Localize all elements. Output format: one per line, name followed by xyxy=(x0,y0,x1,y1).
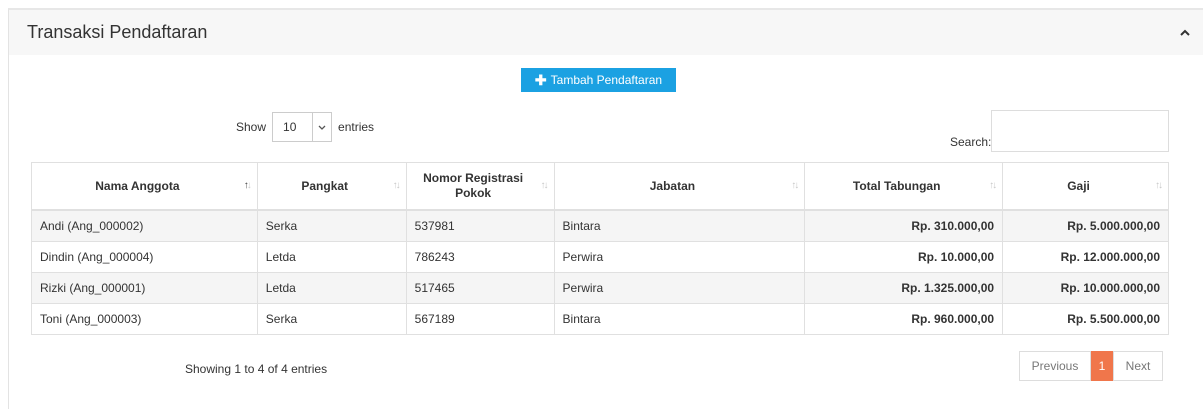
cell-name: Dindin (Ang_000004) xyxy=(31,241,258,273)
cell-registration-number: 537981 xyxy=(405,209,555,242)
cell-position: Perwira xyxy=(553,272,806,304)
previous-page-button[interactable]: Previous xyxy=(1019,351,1091,381)
search-label: Search: xyxy=(950,135,992,149)
column-header-label: Jabatan xyxy=(649,178,696,193)
table-row[interactable]: Toni (Ang_000003) Serka 567189 Bintara Rp. 9… xyxy=(31,303,1169,335)
sort-icon[interactable]: ↑↓ xyxy=(541,180,549,193)
sort-icon[interactable]: ↑↓ xyxy=(791,180,799,193)
cell-registration-number: 567189 xyxy=(405,303,555,335)
chevron-up-icon[interactable] xyxy=(1178,26,1192,40)
cell-salary: Rp. 5.500.000,00 xyxy=(1002,303,1169,335)
entries-select[interactable]: 10 xyxy=(272,112,333,142)
table-body: Andi (Ang_000002) Serka 537981 Bintara Rp. 3… xyxy=(31,209,1169,335)
panel-header: Transaksi Pendaftaran xyxy=(9,10,1203,55)
panel-title: Transaksi Pendaftaran xyxy=(27,22,208,42)
next-page-button[interactable]: Next xyxy=(1113,351,1163,381)
table-row[interactable]: Andi (Ang_000002) Serka 537981 Bintara Rp. 3… xyxy=(31,209,1169,242)
cell-salary: Rp. 12.000.000,00 xyxy=(1002,241,1169,273)
column-header-position[interactable]: Jabatan ↑↓ xyxy=(553,162,806,211)
table-row[interactable]: Dindin (Ang_000004) Letda 786243 Perwira Rp.… xyxy=(31,241,1169,273)
column-header-label: Nomor Registrasi Pokok xyxy=(423,171,524,200)
add-registration-label: Tambah Pendaftaran xyxy=(550,73,663,87)
pagination: Previous 1 Next xyxy=(1019,351,1163,381)
column-header-rank[interactable]: Pangkat ↑↓ xyxy=(256,162,407,211)
cell-name: Toni (Ang_000003) xyxy=(31,303,258,335)
cell-total-savings: Rp. 960.000,00 xyxy=(804,303,1004,335)
sort-icon[interactable]: ↑↓ xyxy=(1155,180,1163,193)
cell-total-savings: Rp. 1.325.000,00 xyxy=(804,272,1004,304)
search-input[interactable] xyxy=(991,110,1169,152)
cell-total-savings: Rp. 10.000,00 xyxy=(804,241,1004,273)
add-registration-button[interactable]: ✚ Tambah Pendaftaran xyxy=(521,68,676,92)
column-header-registration-number[interactable]: Nomor Registrasi Pokok ↑↓ xyxy=(405,162,555,211)
sort-icon[interactable]: ↑↓ xyxy=(989,180,997,193)
cell-name: Andi (Ang_000002) xyxy=(31,209,258,242)
cell-position: Bintara xyxy=(553,303,806,335)
cell-registration-number: 786243 xyxy=(405,241,555,273)
entries-select-value: 10 xyxy=(283,120,297,134)
cell-salary: Rp. 10.000.000,00 xyxy=(1002,272,1169,304)
page-1-button[interactable]: 1 xyxy=(1091,351,1113,381)
registration-table: Nama Anggota ↑↓ Pangkat ↑↓ Nomor Registrasi … xyxy=(31,162,1169,335)
table-row[interactable]: Rizki (Ang_000001) Letda 517465 Perwira Rp. … xyxy=(31,272,1169,304)
sort-icon[interactable]: ↑↓ xyxy=(244,180,252,193)
plus-icon: ✚ xyxy=(534,72,547,88)
chevron-down-icon xyxy=(312,113,331,141)
cell-position: Bintara xyxy=(553,209,806,242)
column-header-label: Total Tabungan xyxy=(852,178,941,193)
cell-rank: Letda xyxy=(256,241,407,273)
column-header-salary[interactable]: Gaji ↑↓ xyxy=(1002,162,1169,211)
column-header-name[interactable]: Nama Anggota ↑↓ xyxy=(31,162,258,211)
cell-registration-number: 517465 xyxy=(405,272,555,304)
cell-rank: Serka xyxy=(256,303,407,335)
entries-length-control: Show 10 entries xyxy=(236,111,374,143)
length-prefix: Show xyxy=(236,120,267,134)
cell-rank: Serka xyxy=(256,209,407,242)
length-suffix: entries xyxy=(338,120,375,134)
cell-name: Rizki (Ang_000001) xyxy=(31,272,258,304)
column-header-label: Nama Anggota xyxy=(95,178,180,193)
sort-icon[interactable]: ↑↓ xyxy=(393,180,401,193)
column-header-label: Gaji xyxy=(1067,178,1090,193)
table-info: Showing 1 to 4 of 4 entries xyxy=(185,362,328,376)
cell-salary: Rp. 5.000.000,00 xyxy=(1002,209,1169,242)
column-header-total-savings[interactable]: Total Tabungan ↑↓ xyxy=(804,162,1004,211)
table-header-row: Nama Anggota ↑↓ Pangkat ↑↓ Nomor Registrasi … xyxy=(31,162,1169,211)
cell-rank: Letda xyxy=(256,272,407,304)
cell-position: Perwira xyxy=(553,241,806,273)
column-header-label: Pangkat xyxy=(301,178,349,193)
cell-total-savings: Rp. 310.000,00 xyxy=(804,209,1004,242)
